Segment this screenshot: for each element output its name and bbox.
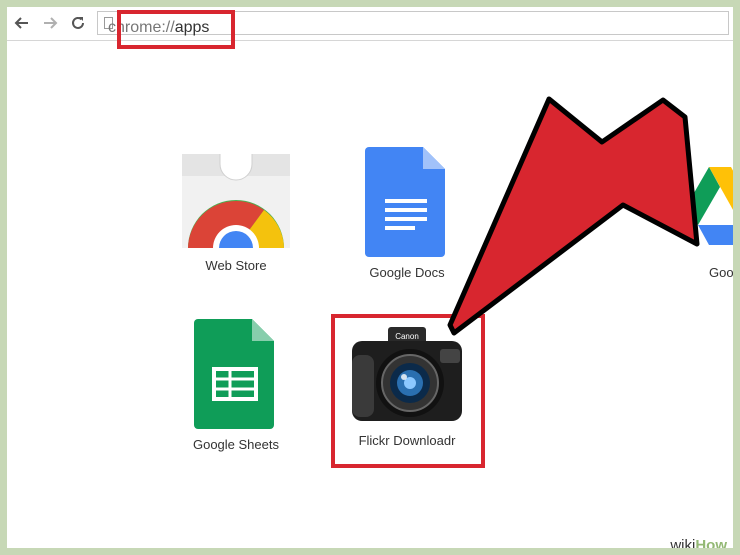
browser-window: chrome://apps Web Store Google Docs Goo …	[7, 7, 733, 548]
red-pointer-arrow	[447, 96, 700, 336]
watermark-how: How	[695, 537, 727, 548]
wikihow-watermark: wikiHow	[666, 537, 731, 548]
watermark-wiki: wiki	[670, 537, 696, 548]
